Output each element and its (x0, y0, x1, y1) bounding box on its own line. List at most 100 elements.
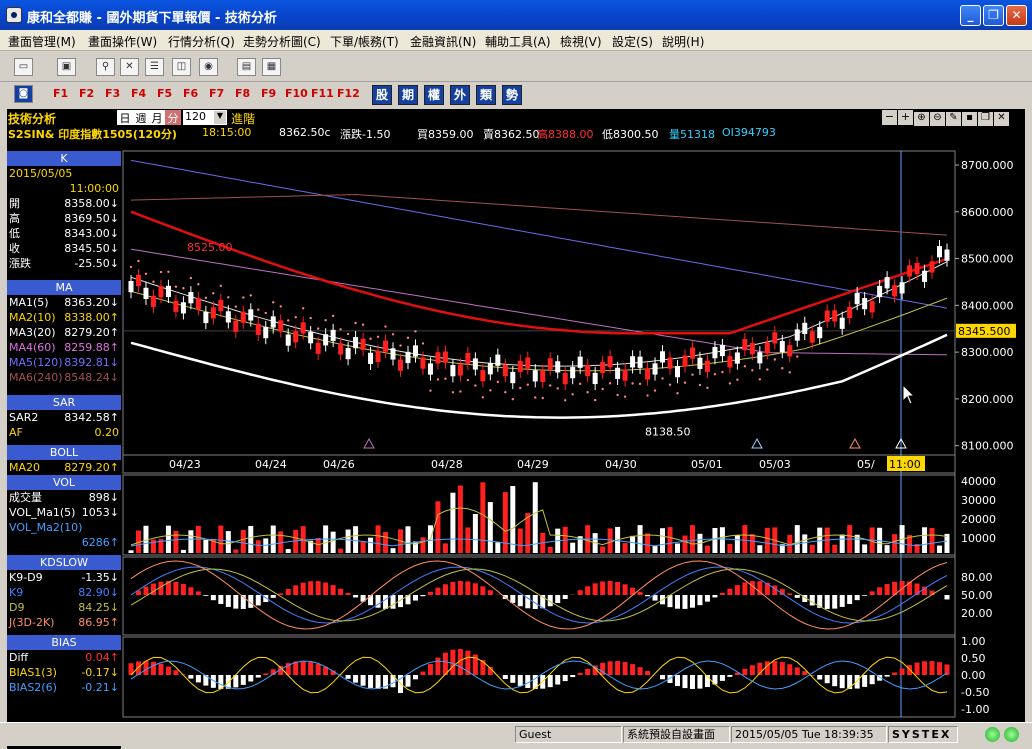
sar-dot (392, 333, 394, 335)
minimize-button[interactable]: _ (960, 5, 981, 26)
sar-dot (422, 342, 424, 344)
bias-tick-label: 0.50 (961, 652, 986, 665)
candle (376, 351, 381, 362)
menu-item-charts[interactable]: 走勢分析圖(C) (243, 33, 321, 50)
maximize-button[interactable]: ❐ (983, 5, 1004, 26)
volume-bar (750, 534, 755, 553)
menu-item-orders[interactable]: 下單/帳務(T) (330, 33, 399, 50)
close-button[interactable]: ✕ (1006, 5, 1027, 26)
f10-key[interactable]: F10 (285, 87, 308, 100)
volume-bar (937, 546, 942, 553)
bias-bar (645, 671, 650, 675)
volume-bar (608, 528, 613, 553)
kd-bar (712, 595, 717, 597)
quick-category[interactable]: 類 (476, 85, 496, 105)
candle (802, 323, 807, 334)
home-icon[interactable]: ◙ (14, 85, 33, 103)
volume-bar (810, 545, 815, 553)
ma1-line (131, 262, 947, 366)
window-icon[interactable]: ▭ (14, 58, 33, 76)
bias-bar (166, 667, 171, 675)
menu-item-screen[interactable]: 畫面管理(M) (8, 33, 76, 50)
bias-pane (123, 637, 955, 717)
kd-bar (840, 595, 845, 607)
bias-bar (795, 667, 800, 675)
volume-bar (376, 525, 381, 553)
bias-tick-label: 1.00 (961, 635, 986, 648)
quick-futures[interactable]: 期 (398, 85, 418, 105)
coin-icon[interactable]: ◉ (199, 58, 218, 76)
kd-bar (518, 595, 523, 606)
kd-bar (945, 595, 950, 599)
sar-dot (272, 301, 274, 303)
search-icon[interactable]: ⚲ (96, 58, 115, 76)
list-icon[interactable]: ☰ (145, 58, 164, 76)
sar-dot (639, 383, 641, 385)
price-tick-label: 8200.000 (961, 393, 1014, 406)
volume-bar (675, 543, 680, 553)
technical-chart[interactable]: 8700.0008600.0008500.0008400.0008345.500… (7, 109, 1025, 722)
status-layout: 系統預設自設畫面 (623, 726, 730, 743)
candle (323, 334, 328, 345)
sar-dot (324, 319, 326, 321)
f3-key[interactable]: F3 (105, 87, 120, 100)
cards-icon[interactable]: ▤ (237, 58, 256, 76)
kd-bar (316, 581, 321, 595)
kd-bar (331, 585, 336, 595)
close-window-icon[interactable]: ✕ (120, 58, 139, 76)
sar-dot (646, 394, 648, 396)
kd-bar (690, 595, 695, 608)
date-label: 05/01 (691, 458, 723, 471)
split-icon[interactable]: ◫ (172, 58, 191, 76)
app-window: 康和全都賺 - 國外期貨下單報價 - 技術分析 _ ❐ ✕ 畫面管理(M) 畫面… (0, 0, 1032, 746)
quick-foreign[interactable]: 外 (450, 85, 470, 105)
vol-ma2-line (131, 539, 947, 546)
f5-key[interactable]: F5 (157, 87, 172, 100)
menu-item-finance[interactable]: 金融資訊(N) (410, 33, 476, 50)
ma6-line (131, 195, 947, 236)
menu-item-operation[interactable]: 畫面操作(W) (88, 33, 157, 50)
sar-dot (175, 285, 177, 287)
quick-options[interactable]: 權 (424, 85, 444, 105)
sar-dot (594, 399, 596, 401)
candle (181, 302, 186, 313)
monitor-icon[interactable]: ▣ (57, 58, 76, 76)
volume-bar (518, 529, 523, 553)
volume-bar (757, 545, 762, 553)
volume-bar (653, 546, 658, 553)
f2-key[interactable]: F2 (79, 87, 94, 100)
bias-bar (832, 675, 837, 686)
candle (346, 348, 351, 359)
sar-dot (766, 368, 768, 370)
menu-item-view[interactable]: 檢視(V) (560, 33, 602, 50)
signal-triangle (364, 439, 374, 448)
quick-stock[interactable]: 股 (372, 85, 392, 105)
f12-key[interactable]: F12 (337, 87, 360, 100)
f4-key[interactable]: F4 (131, 87, 146, 100)
f1-key[interactable]: F1 (53, 87, 68, 100)
sar-dot (205, 297, 207, 299)
menu-item-quotes[interactable]: 行情分析(Q) (168, 33, 235, 50)
candle (578, 357, 583, 368)
sar-dot (339, 328, 341, 330)
f6-key[interactable]: F6 (183, 87, 198, 100)
f8-key[interactable]: F8 (235, 87, 250, 100)
f9-key[interactable]: F9 (261, 87, 276, 100)
volume-bar (690, 525, 695, 553)
candle (203, 312, 208, 323)
menu-item-help[interactable]: 說明(H) (662, 33, 704, 50)
sar-dot (309, 317, 311, 319)
kd-bar (465, 581, 470, 595)
document-icon[interactable]: ▦ (262, 58, 281, 76)
menu-item-tools[interactable]: 輔助工具(A) (485, 33, 551, 50)
f11-key[interactable]: F11 (311, 87, 334, 100)
sar-dot (459, 390, 461, 392)
sar-dot (137, 260, 139, 262)
f7-key[interactable]: F7 (209, 87, 224, 100)
quick-trend[interactable]: 勢 (502, 85, 522, 105)
candle (697, 358, 702, 369)
kd-bar (203, 595, 208, 596)
menu-item-settings[interactable]: 設定(S) (612, 33, 653, 50)
sar-dot (489, 389, 491, 391)
sar-dot (414, 330, 416, 332)
